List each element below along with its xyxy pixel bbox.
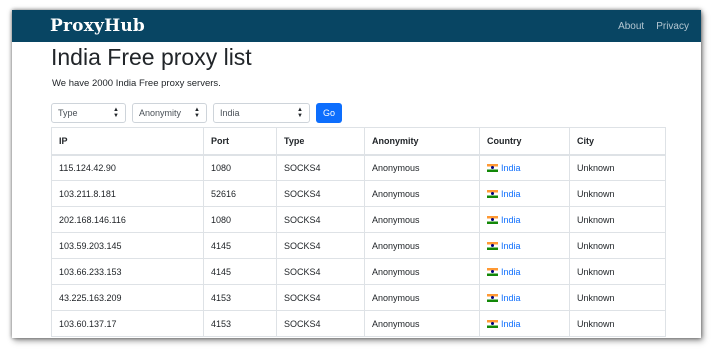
table-row: 103.59.203.145 4145 SOCKS4 Anonymous India Un… bbox=[51, 232, 666, 259]
chevron-updown-icon: ▲ ▼ bbox=[297, 107, 303, 119]
type-cell: SOCKS4 bbox=[276, 284, 365, 311]
anonymity-cell: Anonymous bbox=[364, 180, 480, 207]
type-cell: SOCKS4 bbox=[276, 258, 365, 285]
port-cell: 52616 bbox=[203, 180, 277, 207]
page-subtitle: We have 2000 India Free proxy servers. bbox=[52, 78, 221, 89]
india-flag-icon bbox=[487, 241, 498, 250]
table-row: 115.124.42.90 1080 SOCKS4 Anonymous India Unk… bbox=[51, 154, 666, 181]
port-cell: 4145 bbox=[203, 232, 277, 259]
country-cell: India bbox=[479, 310, 570, 337]
ip-cell: 103.211.8.181 bbox=[51, 180, 204, 207]
nav-link-about[interactable]: About bbox=[618, 21, 644, 32]
anonymity-cell: Anonymous bbox=[364, 310, 480, 337]
chevron-updown-icon: ▲ ▼ bbox=[113, 107, 119, 119]
india-flag-icon bbox=[487, 267, 498, 276]
nav-link-privacy[interactable]: Privacy bbox=[656, 21, 689, 32]
proxy-table: IP Port Type Anonymity Country City 115.… bbox=[51, 127, 666, 337]
go-button[interactable]: Go bbox=[316, 103, 342, 123]
country-link[interactable]: India bbox=[501, 189, 521, 199]
anonymity-cell: Anonymous bbox=[364, 258, 480, 285]
navbar: ProxyHub About Privacy bbox=[12, 10, 701, 42]
ip-cell: 103.60.137.17 bbox=[51, 310, 204, 337]
column-header-type: Type bbox=[276, 127, 365, 156]
column-header-port: Port bbox=[203, 127, 277, 156]
port-cell: 1080 bbox=[203, 154, 277, 181]
anonymity-cell: Anonymous bbox=[364, 232, 480, 259]
country-select[interactable]: India ▲ ▼ bbox=[213, 103, 310, 123]
filter-bar: Type ▲ ▼ Anonymity ▲ ▼ India ▲ ▼ Go bbox=[51, 103, 665, 123]
table-row: 103.60.137.17 4153 SOCKS4 Anonymous India Unk… bbox=[51, 310, 666, 337]
nav-links: About Privacy bbox=[618, 21, 689, 32]
column-header-city: City bbox=[569, 127, 666, 156]
type-cell: SOCKS4 bbox=[276, 206, 365, 233]
brand-logo[interactable]: ProxyHub bbox=[50, 16, 145, 36]
city-cell: Unknown bbox=[569, 206, 666, 233]
india-flag-icon bbox=[487, 163, 498, 172]
anonymity-cell: Anonymous bbox=[364, 206, 480, 233]
table-header-row: IP Port Type Anonymity Country City bbox=[51, 127, 666, 156]
type-cell: SOCKS4 bbox=[276, 232, 365, 259]
country-link[interactable]: India bbox=[501, 163, 521, 173]
column-header-anonymity: Anonymity bbox=[364, 127, 480, 156]
column-header-ip: IP bbox=[51, 127, 204, 156]
city-cell: Unknown bbox=[569, 154, 666, 181]
country-select-value: India bbox=[220, 108, 240, 118]
anonymity-select[interactable]: Anonymity ▲ ▼ bbox=[132, 103, 207, 123]
anonymity-cell: Anonymous bbox=[364, 154, 480, 181]
country-link[interactable]: India bbox=[501, 267, 521, 277]
type-cell: SOCKS4 bbox=[276, 154, 365, 181]
table-row: 43.225.163.209 4153 SOCKS4 Anonymous India Un… bbox=[51, 284, 666, 311]
country-link[interactable]: India bbox=[501, 215, 521, 225]
ip-cell: 115.124.42.90 bbox=[51, 154, 204, 181]
india-flag-icon bbox=[487, 215, 498, 224]
anonymity-select-value: Anonymity bbox=[139, 108, 182, 118]
type-select-value: Type bbox=[58, 108, 78, 118]
main-content: India Free proxy list We have 2000 India… bbox=[12, 42, 701, 337]
india-flag-icon bbox=[487, 293, 498, 302]
table-row: 103.211.8.181 52616 SOCKS4 Anonymous India Un… bbox=[51, 180, 666, 207]
port-cell: 4153 bbox=[203, 284, 277, 311]
country-cell: India bbox=[479, 258, 570, 285]
type-cell: SOCKS4 bbox=[276, 180, 365, 207]
type-select[interactable]: Type ▲ ▼ bbox=[51, 103, 126, 123]
city-cell: Unknown bbox=[569, 258, 666, 285]
table-row: 103.66.233.153 4145 SOCKS4 Anonymous India Un… bbox=[51, 258, 666, 285]
country-cell: India bbox=[479, 206, 570, 233]
country-cell: India bbox=[479, 180, 570, 207]
country-cell: India bbox=[479, 232, 570, 259]
ip-cell: 43.225.163.209 bbox=[51, 284, 204, 311]
ip-cell: 202.168.146.116 bbox=[51, 206, 204, 233]
india-flag-icon bbox=[487, 319, 498, 328]
city-cell: Unknown bbox=[569, 180, 666, 207]
city-cell: Unknown bbox=[569, 310, 666, 337]
ip-cell: 103.66.233.153 bbox=[51, 258, 204, 285]
city-cell: Unknown bbox=[569, 284, 666, 311]
port-cell: 4145 bbox=[203, 258, 277, 285]
chevron-updown-icon: ▲ ▼ bbox=[194, 107, 200, 119]
city-cell: Unknown bbox=[569, 232, 666, 259]
port-cell: 1080 bbox=[203, 206, 277, 233]
column-header-country: Country bbox=[479, 127, 570, 156]
port-cell: 4153 bbox=[203, 310, 277, 337]
ip-cell: 103.59.203.145 bbox=[51, 232, 204, 259]
page-title: India Free proxy list bbox=[51, 44, 252, 70]
country-link[interactable]: India bbox=[501, 241, 521, 251]
country-link[interactable]: India bbox=[501, 319, 521, 329]
table-row: 202.168.146.116 1080 SOCKS4 Anonymous India U… bbox=[51, 206, 666, 233]
country-cell: India bbox=[479, 154, 570, 181]
country-link[interactable]: India bbox=[501, 293, 521, 303]
type-cell: SOCKS4 bbox=[276, 310, 365, 337]
india-flag-icon bbox=[487, 189, 498, 198]
country-cell: India bbox=[479, 284, 570, 311]
browser-viewport: ProxyHub About Privacy India Free proxy … bbox=[12, 10, 701, 338]
anonymity-cell: Anonymous bbox=[364, 284, 480, 311]
